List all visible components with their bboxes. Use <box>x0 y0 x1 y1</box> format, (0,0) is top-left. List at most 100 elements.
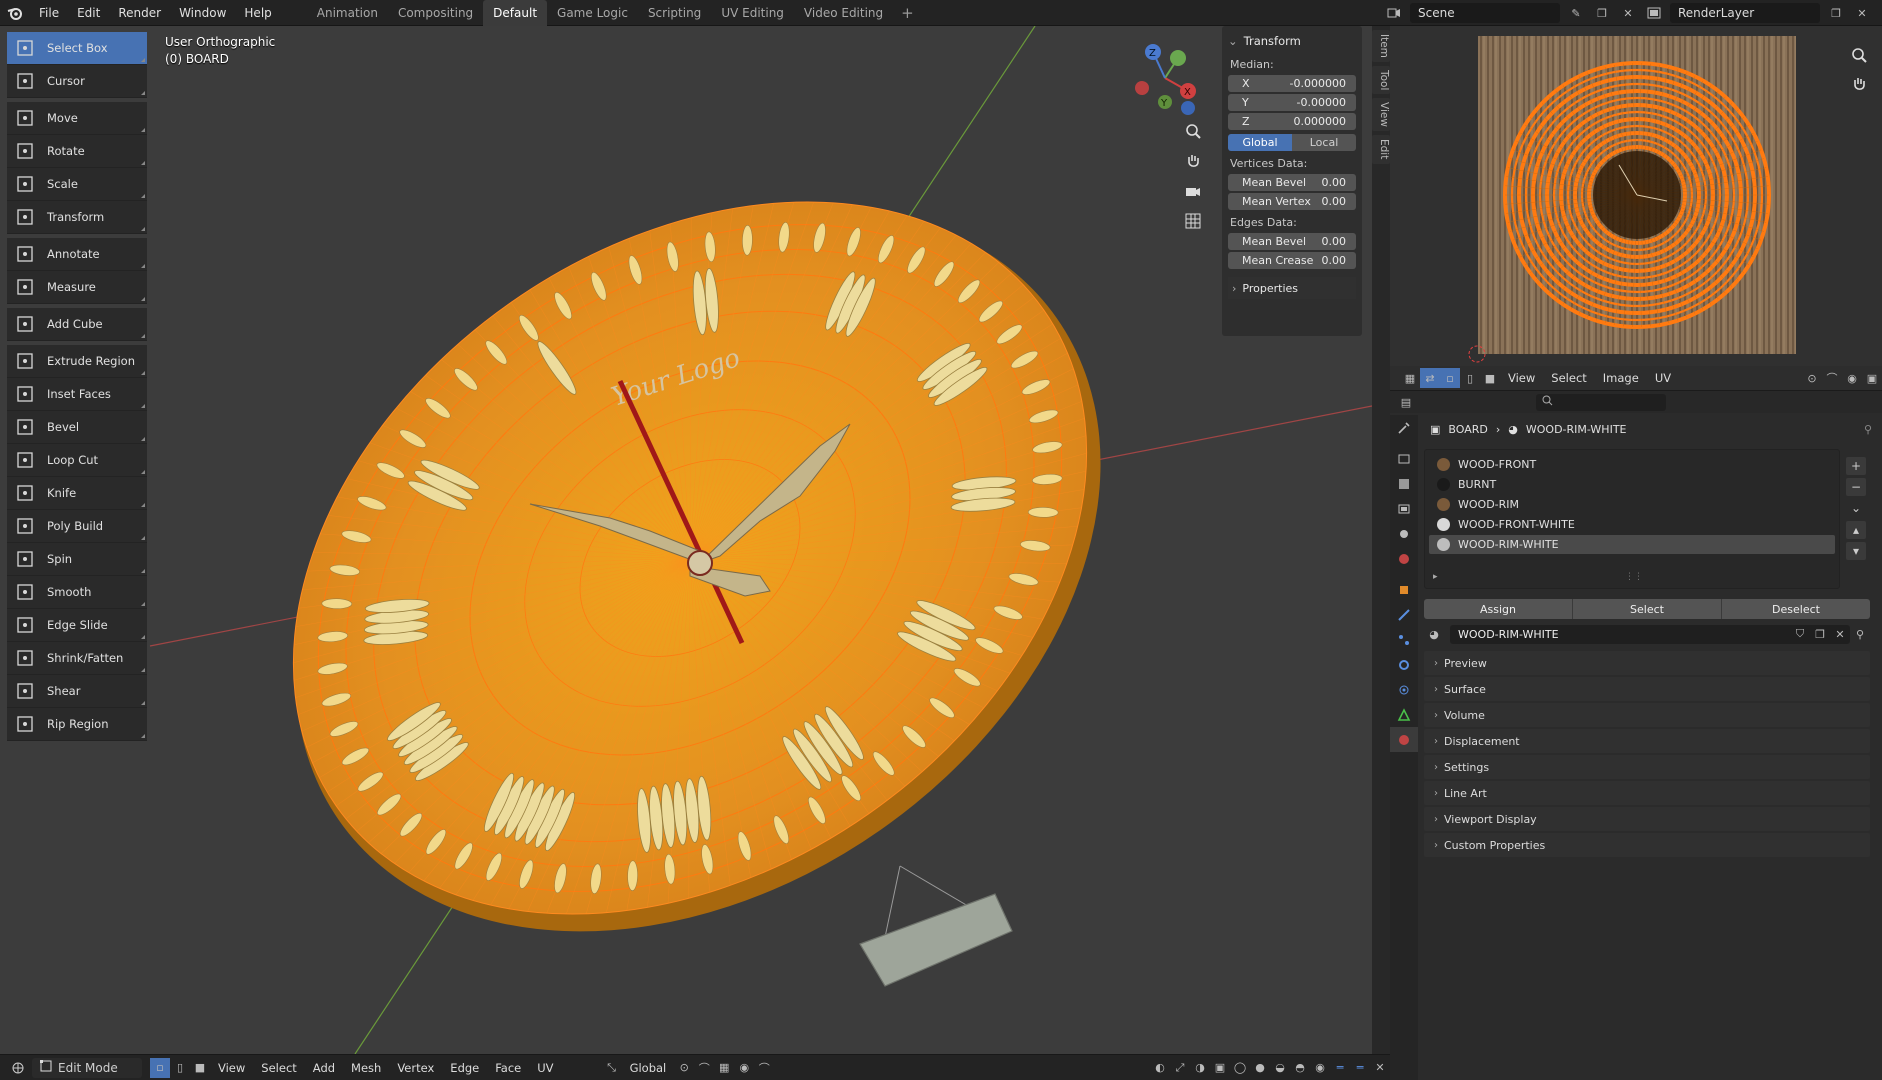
mean-crease-field[interactable]: Mean Crease 0.00 <box>1228 252 1356 269</box>
tool-poly-build[interactable]: Poly Build <box>7 510 147 543</box>
tool-tab-icon[interactable] <box>1390 415 1418 440</box>
select-button[interactable]: Select <box>1573 599 1722 619</box>
tool-extrude-region[interactable]: Extrude Region <box>7 345 147 378</box>
view-layer-icon[interactable] <box>1644 3 1664 23</box>
xray-icon[interactable]: ▣ <box>1210 1058 1230 1078</box>
properties-editor-type-icon[interactable]: ▤ <box>1396 392 1416 412</box>
tool-knife[interactable]: Knife <box>7 477 147 510</box>
move-down-icon[interactable]: ▾ <box>1846 542 1866 560</box>
object-tab-icon[interactable] <box>1390 577 1418 602</box>
editor-type-icon[interactable] <box>8 1058 28 1078</box>
visibility-icon[interactable]: ◉ <box>1310 1058 1330 1078</box>
mesh-edit-overlay-2-icon[interactable]: ═ <box>1350 1058 1370 1078</box>
menu-face[interactable]: Face <box>487 1055 529 1080</box>
median-z-field[interactable]: Z 0.000000 <box>1228 113 1356 130</box>
global-toggle[interactable]: Global <box>1228 134 1292 151</box>
transform-header[interactable]: ⌄ Transform <box>1228 30 1356 52</box>
y-axis-icon[interactable] <box>1170 50 1186 66</box>
local-toggle[interactable]: Local <box>1292 134 1356 151</box>
menu-uv[interactable]: UV <box>529 1055 561 1080</box>
tool-select-box[interactable]: Select Box <box>7 32 147 65</box>
tab-game-logic[interactable]: Game Logic <box>547 0 638 26</box>
mode-selector[interactable]: Edit Mode <box>32 1057 142 1078</box>
close-icon[interactable]: ✕ <box>1370 1058 1390 1078</box>
tab-compositing[interactable]: Compositing <box>388 0 483 26</box>
mean-bevel-vertex-field[interactable]: Mean Bevel 0.00 <box>1228 174 1356 191</box>
snap-icon[interactable]: ⌒ <box>694 1058 714 1078</box>
3d-viewport[interactable]: Your Logo User Orthographic (0) BOARD Se… <box>0 26 1372 1054</box>
view-layer-tab-icon[interactable] <box>1390 496 1418 521</box>
menu-render[interactable]: Render <box>109 0 170 26</box>
image-editor[interactable]: ▦ ⇄ ▫ ▯ ■ View Select Image UV ⊙ ⌒ ◉ ▣ <box>1390 26 1882 390</box>
navigation-gizmo[interactable]: X Z Y <box>1125 36 1205 121</box>
output-tab-icon[interactable] <box>1390 471 1418 496</box>
unlink-material-icon[interactable]: ✕ <box>1830 624 1850 644</box>
tool-shrink-fatten[interactable]: Shrink/Fatten <box>7 642 147 675</box>
3d-scene[interactable]: Your Logo <box>0 26 1372 1054</box>
material-slot[interactable]: BURNT <box>1429 475 1835 494</box>
tool-edge-slide[interactable]: Edge Slide <box>7 609 147 642</box>
tool-transform[interactable]: Transform <box>7 201 147 234</box>
tool-bevel[interactable]: Bevel <box>7 411 147 444</box>
properties-search-input[interactable] <box>1536 393 1666 411</box>
world-tab-icon[interactable] <box>1390 546 1418 571</box>
move-up-icon[interactable]: ▴ <box>1846 521 1866 539</box>
zoom-icon[interactable] <box>1180 118 1206 144</box>
shading-material-icon[interactable]: ◒ <box>1270 1058 1290 1078</box>
pin-icon[interactable]: ⚲ <box>1864 423 1872 436</box>
proportional-edit-icon[interactable]: ◉ <box>734 1058 754 1078</box>
panel-line-art[interactable]: › Line Art <box>1424 781 1870 805</box>
tab-item[interactable]: Item <box>1372 30 1390 62</box>
assign-button[interactable]: Assign <box>1424 599 1573 619</box>
add-slot-button[interactable]: + <box>1846 457 1866 475</box>
camera-icon[interactable] <box>1180 178 1206 204</box>
menu-mesh[interactable]: Mesh <box>343 1055 389 1080</box>
duplicate-layer-icon[interactable]: ❐ <box>1826 3 1846 23</box>
gizmo-icon[interactable]: ⤢ <box>1170 1058 1190 1078</box>
slot-menu-icon[interactable]: ⌄ <box>1846 499 1866 517</box>
panel-surface[interactable]: › Surface <box>1424 677 1870 701</box>
transform-orientation[interactable]: Global <box>622 1055 675 1080</box>
tab-edit[interactable]: Edit <box>1372 135 1390 164</box>
panel-volume[interactable]: › Volume <box>1424 703 1870 727</box>
uv-sync-icon[interactable]: ⇄ <box>1420 368 1440 388</box>
uv-proportional-icon[interactable]: ◉ <box>1842 368 1862 388</box>
shading-rendered-icon[interactable]: ◓ <box>1290 1058 1310 1078</box>
image-editor-type-icon[interactable]: ▦ <box>1400 368 1420 388</box>
median-y-field[interactable]: Y -0.00000 <box>1228 94 1356 111</box>
menu-window[interactable]: Window <box>170 0 235 26</box>
uv-pivot-icon[interactable]: ⊙ <box>1802 368 1822 388</box>
menu-select[interactable]: Select <box>253 1055 304 1080</box>
tool-spin[interactable]: Spin <box>7 543 147 576</box>
material-tab-icon[interactable] <box>1390 727 1418 752</box>
median-x-field[interactable]: X -0.000000 <box>1228 75 1356 92</box>
properties-subpanel[interactable]: › Properties <box>1228 277 1356 299</box>
material-name-field[interactable]: WOOD-RIM-WHITE ⛉ ❐ ✕ <box>1450 624 1850 644</box>
tool-rip-region[interactable]: Rip Region <box>7 708 147 741</box>
tool-rotate[interactable]: Rotate <box>7 135 147 168</box>
panel-viewport-display[interactable]: › Viewport Display <box>1424 807 1870 831</box>
duplicate-scene-icon[interactable]: ❐ <box>1592 3 1612 23</box>
panel-settings[interactable]: › Settings <box>1424 755 1870 779</box>
tool-measure[interactable]: Measure <box>7 271 147 304</box>
uv-vertex-mode-icon[interactable]: ▫ <box>1440 368 1460 388</box>
vertex-select-icon[interactable]: ▫ <box>150 1057 170 1078</box>
scene-icon[interactable] <box>1384 3 1404 23</box>
face-select-icon[interactable]: ■ <box>190 1058 210 1078</box>
tool-shear[interactable]: Shear <box>7 675 147 708</box>
browse-material-icon[interactable]: ◕ <box>1424 624 1444 644</box>
snap-grid-icon[interactable]: ▦ <box>714 1058 734 1078</box>
tab-video-editing[interactable]: Video Editing <box>794 0 893 26</box>
uv-image-canvas[interactable] <box>1390 26 1882 366</box>
material-slot[interactable]: WOOD-FRONT <box>1429 455 1835 474</box>
physics-tab-icon[interactable] <box>1390 652 1418 677</box>
tab-scripting[interactable]: Scripting <box>638 0 711 26</box>
tab-default[interactable]: Default <box>483 0 548 26</box>
blender-logo-icon[interactable] <box>0 0 30 26</box>
render-tab-icon[interactable] <box>1390 446 1418 471</box>
pan-hand-icon[interactable] <box>1180 148 1206 174</box>
tab-uv-editing[interactable]: UV Editing <box>711 0 794 26</box>
falloff-icon[interactable]: ⌒ <box>754 1058 774 1078</box>
image-pan-icon[interactable] <box>1854 78 1865 90</box>
material-slot[interactable]: WOOD-RIM-WHITE <box>1429 535 1835 554</box>
